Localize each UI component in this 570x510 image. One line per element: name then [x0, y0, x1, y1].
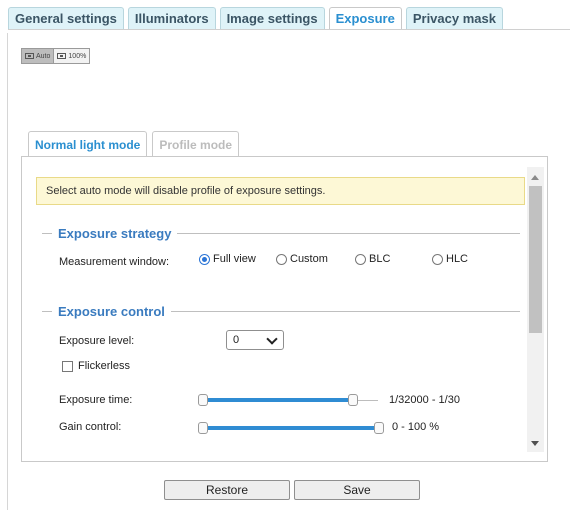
tab-normal-light-mode[interactable]: Normal light mode [28, 131, 148, 157]
tab-image-settings[interactable]: Image settings [219, 7, 325, 29]
exposure-time-rest-track [358, 400, 378, 401]
exposure-level-value: 0 [233, 334, 240, 346]
radio-full-view-label: Full view [213, 253, 256, 265]
exposure-time-min-handle[interactable] [198, 394, 208, 406]
radio-indicator [432, 253, 443, 265]
exposure-level-label: Exposure level: [59, 335, 135, 347]
exposure-level-select[interactable]: 0 [226, 330, 284, 350]
auto-mode-notice: Select auto mode will disable profile of… [36, 177, 525, 205]
gain-max-handle[interactable] [374, 422, 384, 434]
exposure-time-range: 1/32000 - 1/30 [389, 394, 460, 406]
flickerless-label: Flickerless [78, 360, 130, 372]
tab-exposure[interactable]: Exposure [328, 7, 402, 29]
view-frame-icon [57, 53, 67, 59]
radio-indicator [355, 253, 366, 265]
zoom-100-label: 100% [68, 52, 87, 60]
top-tab-bar: General settings Illuminators Image sett… [8, 7, 503, 29]
exposure-time-track [198, 398, 353, 402]
panel-scrollbar[interactable] [527, 167, 544, 452]
gain-min-handle[interactable] [198, 422, 208, 434]
gain-control-range: 0 - 100 % [392, 421, 440, 433]
exposure-strategy-title: Exposure strategy [58, 225, 172, 241]
tab-bar-underline [8, 29, 570, 30]
radio-hlc[interactable]: HLC [432, 253, 468, 265]
radio-blc[interactable]: BLC [355, 253, 390, 265]
zoom-auto-label: Auto [36, 52, 51, 60]
radio-indicator [199, 253, 210, 265]
exposure-strategy-heading: Exposure strategy [42, 225, 520, 241]
exposure-control-heading: Exposure control [42, 303, 520, 319]
view-frame-icon [25, 53, 34, 59]
flickerless-option[interactable]: Flickerless [62, 360, 130, 372]
tab-general-settings[interactable]: General settings [8, 7, 124, 29]
scroll-thumb[interactable] [529, 186, 542, 333]
exposure-settings-panel: Select auto mode will disable profile of… [21, 156, 548, 462]
restore-button[interactable]: Restore [164, 480, 290, 500]
radio-full-view[interactable]: Full view [199, 253, 256, 265]
chevron-down-icon [266, 333, 278, 345]
exposure-time-label: Exposure time: [59, 394, 133, 406]
radio-blc-label: BLC [369, 253, 391, 265]
tab-privacy-mask[interactable]: Privacy mask [405, 7, 503, 29]
zoom-100-button[interactable]: 100% [53, 49, 90, 63]
left-border [7, 33, 8, 510]
exposure-time-slider[interactable] [198, 394, 378, 406]
gain-control-track [198, 426, 380, 430]
zoom-auto-button[interactable]: Auto [22, 49, 54, 63]
measurement-window-label: Measurement window: [59, 256, 170, 268]
flickerless-checkbox[interactable] [62, 360, 73, 372]
tab-profile-mode: Profile mode [152, 131, 240, 157]
gain-control-slider[interactable] [198, 422, 384, 434]
tab-illuminators[interactable]: Illuminators [127, 7, 216, 29]
mode-tab-bar: Normal light mode Profile mode [28, 131, 240, 157]
radio-custom-label: Custom [290, 253, 328, 265]
gain-control-label: Gain control: [59, 421, 122, 433]
radio-custom[interactable]: Custom [276, 253, 328, 265]
save-button[interactable]: Save [294, 480, 420, 500]
exposure-control-title: Exposure control [58, 303, 165, 319]
scroll-down-icon[interactable] [531, 441, 539, 446]
exposure-time-max-handle[interactable] [348, 394, 358, 406]
radio-indicator [276, 253, 287, 265]
radio-hlc-label: HLC [446, 253, 469, 265]
zoom-button-group: Auto 100% [21, 48, 91, 64]
scroll-up-icon[interactable] [531, 175, 539, 180]
